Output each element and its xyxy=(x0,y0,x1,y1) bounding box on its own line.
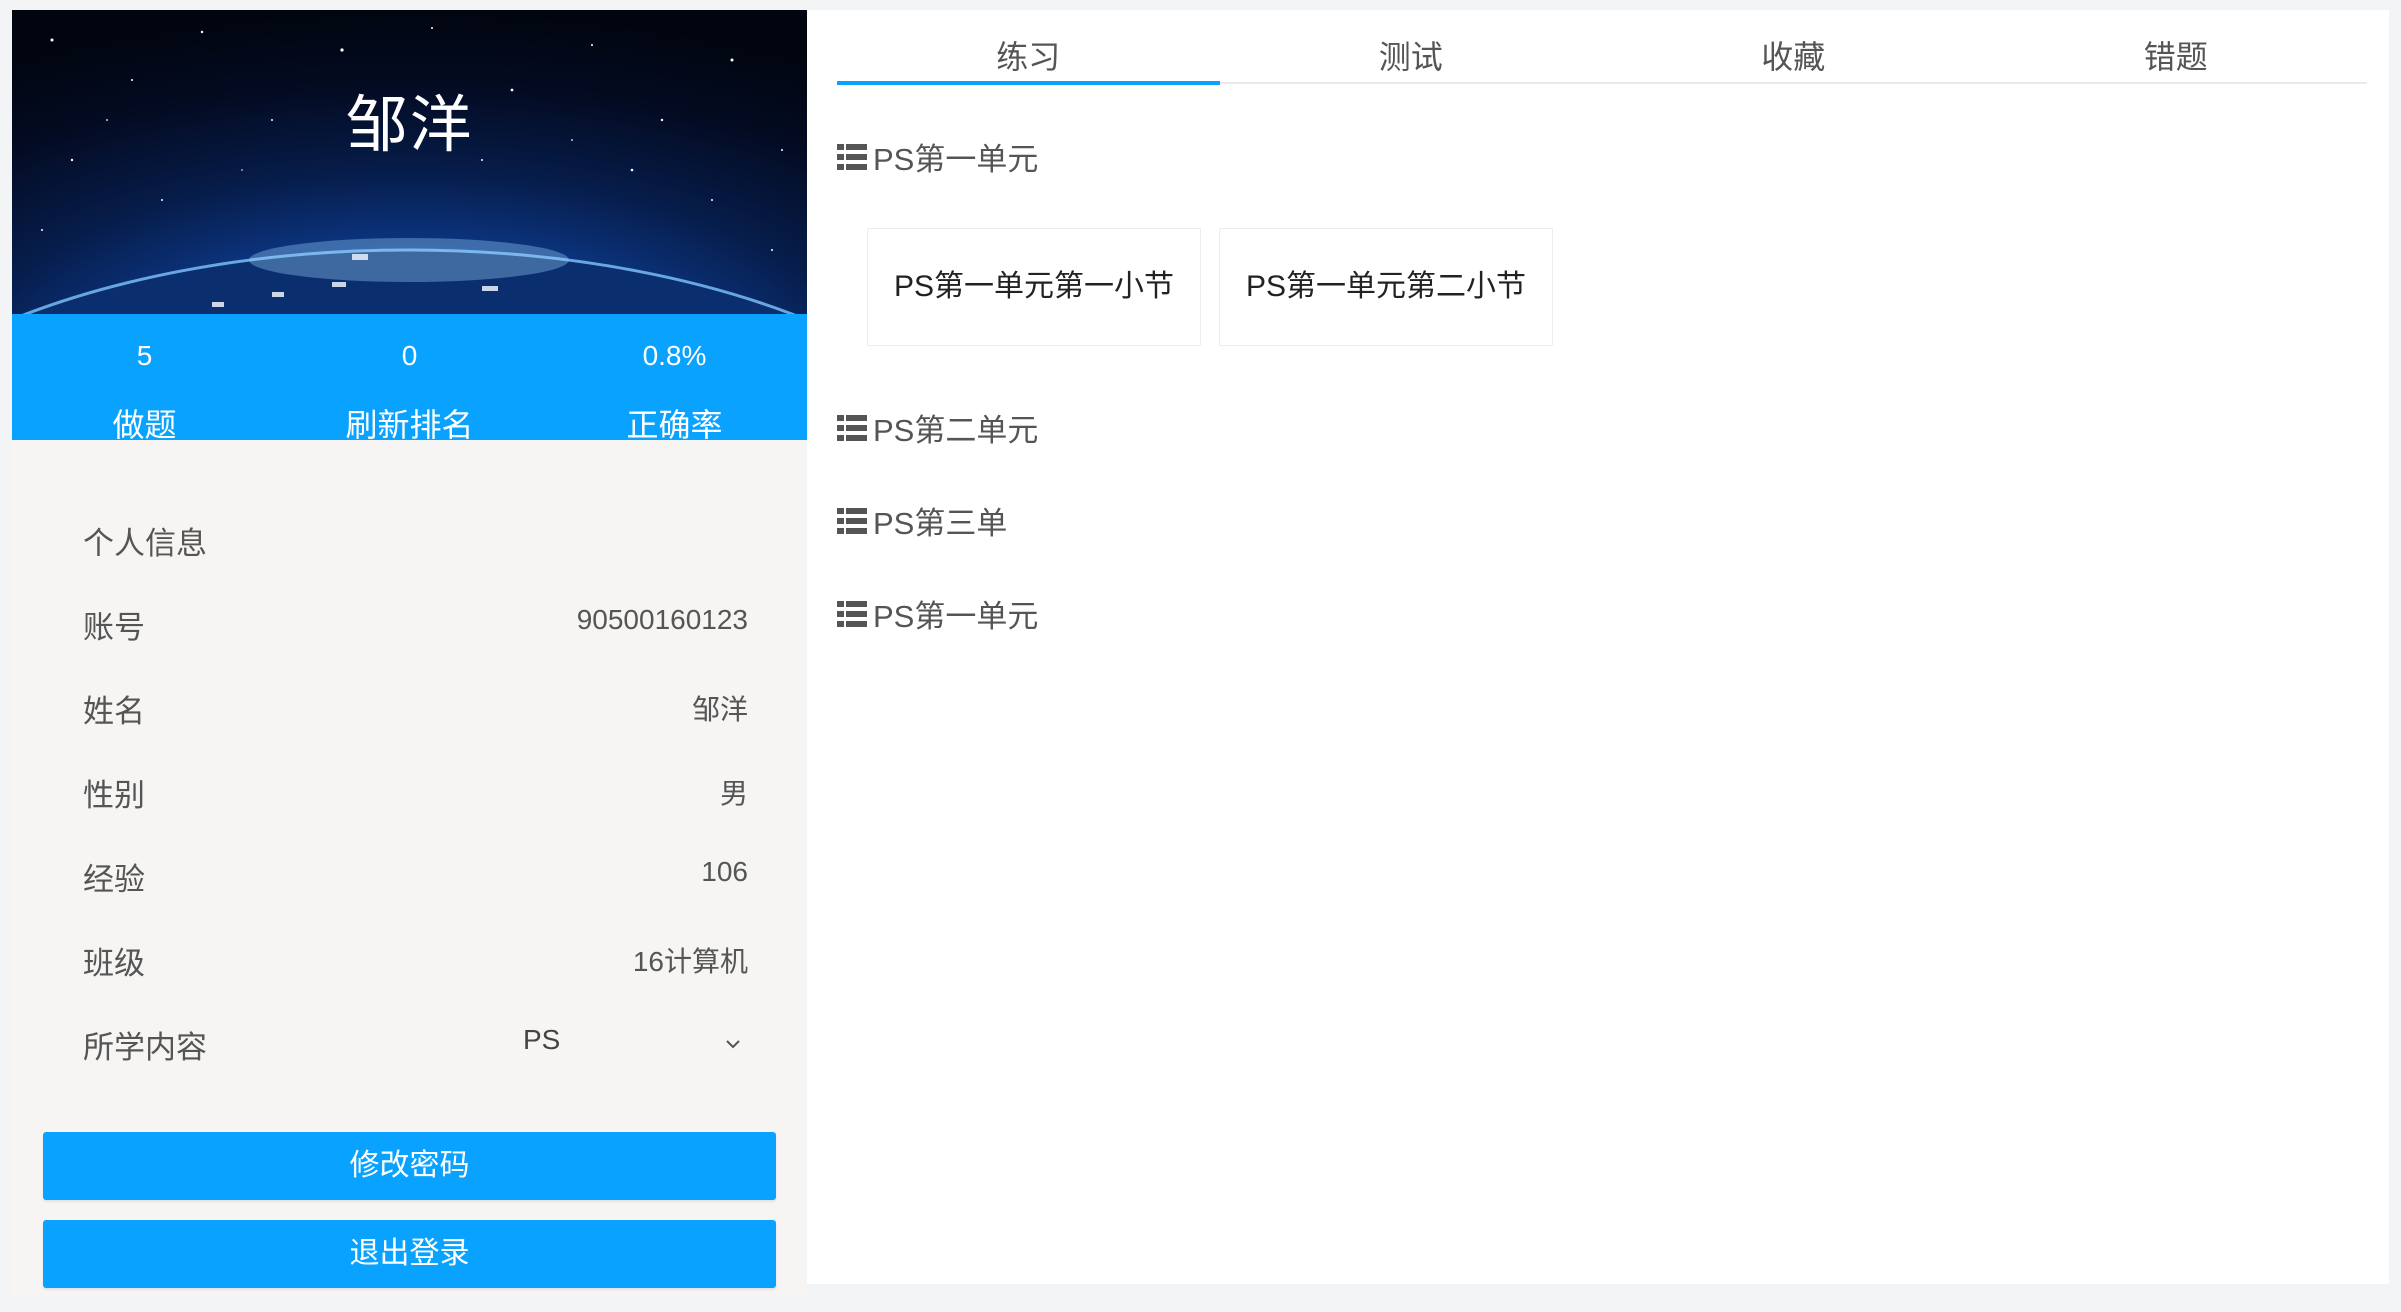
tab-test[interactable]: 测试 xyxy=(1220,10,1603,82)
info-label: 账号 xyxy=(83,610,145,645)
info-label: 经验 xyxy=(83,862,145,897)
user-name: 邹洋 xyxy=(345,91,474,160)
list-icon xyxy=(837,600,867,627)
tab-wrong-questions[interactable]: 错题 xyxy=(1985,10,2368,82)
personal-info-title: 个人信息 xyxy=(83,526,207,561)
stat-value: 5 xyxy=(136,340,153,371)
stat-label: 做题 xyxy=(112,407,177,443)
section-card[interactable]: PS第一单元第一小节 xyxy=(867,228,1201,346)
list-icon xyxy=(837,414,867,441)
course-select-row: 所学内容 PS xyxy=(83,1022,748,1072)
chevron-down-icon xyxy=(726,1040,740,1049)
stat-value: 0 xyxy=(401,340,418,371)
info-value: 邹洋 xyxy=(691,694,748,725)
tab-favorites[interactable]: 收藏 xyxy=(1602,10,1985,82)
info-row-class: 班级 16计算机 xyxy=(83,938,748,988)
unit-title: PS第一单元 xyxy=(873,142,1039,177)
unit-header-3[interactable]: PS第三单 xyxy=(837,498,1007,543)
course-select[interactable]: PS xyxy=(523,1022,748,1072)
unit-title: PS第一单元 xyxy=(873,599,1039,634)
main-content: 练习 测试 收藏 错题 PS第一单元 PS第一单元第一小节 PS第一单元第二小节… xyxy=(807,10,2389,1284)
info-value: 106 xyxy=(701,856,748,887)
tab-practice[interactable]: 练习 xyxy=(837,10,1220,85)
info-label: 姓名 xyxy=(83,694,145,729)
stats-bar: 5 做题 0 刷新排名 0.8% 正确率 xyxy=(12,314,807,443)
stat-refresh-ranking[interactable]: 0 刷新排名 xyxy=(277,314,542,443)
stat-value: 0.8% xyxy=(642,340,707,371)
unit-header-2[interactable]: PS第二单元 xyxy=(837,405,1038,450)
list-icon xyxy=(837,507,867,534)
course-label: 所学内容 xyxy=(83,1030,207,1065)
change-password-button[interactable]: 修改密码 xyxy=(43,1132,776,1200)
info-label: 性别 xyxy=(83,778,145,813)
info-row-name: 姓名 邹洋 xyxy=(83,686,748,736)
profile-banner: 邹洋 xyxy=(12,10,807,314)
section-card[interactable]: PS第一单元第二小节 xyxy=(1219,228,1553,346)
info-value: 男 xyxy=(719,778,748,809)
profile-panel: 邹洋 5 做题 0 刷新排名 0.8% 正确率 个人信息 账号 90500160… xyxy=(12,10,807,1296)
stat-label: 刷新排名 xyxy=(345,407,474,443)
info-label: 班级 xyxy=(83,946,145,981)
list-icon xyxy=(837,143,867,170)
info-value: 90500160123 xyxy=(576,604,748,635)
unit-title: PS第三单 xyxy=(873,506,1008,541)
course-selected-value: PS xyxy=(523,1024,561,1055)
unit-title: PS第二单元 xyxy=(873,413,1039,448)
stat-label: 正确率 xyxy=(626,407,723,443)
unit-header-4[interactable]: PS第一单元 xyxy=(837,591,1038,636)
logout-button[interactable]: 退出登录 xyxy=(43,1220,776,1288)
info-row-experience: 经验 106 xyxy=(83,854,748,904)
info-row-gender: 性别 男 xyxy=(83,770,748,820)
info-row-account: 账号 90500160123 xyxy=(83,602,748,652)
unit-header-1[interactable]: PS第一单元 xyxy=(837,134,1038,179)
info-value: 16计算机 xyxy=(632,946,748,977)
stat-accuracy[interactable]: 0.8% 正确率 xyxy=(542,314,807,443)
tab-bar: 练习 测试 收藏 错题 xyxy=(837,10,2368,85)
stat-questions-done[interactable]: 5 做题 xyxy=(12,314,277,443)
